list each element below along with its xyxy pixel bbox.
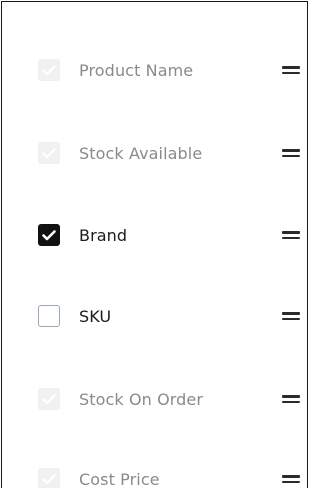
stock-available-label: Stock Available (79, 143, 203, 163)
column-settings-panel: Product Name Stock Available Brand SKU S… (1, 1, 308, 488)
cost-price-label: Cost Price (79, 469, 160, 488)
brand-checkbox[interactable] (38, 224, 60, 246)
brand-label: Brand (79, 225, 128, 245)
column-row-stock-on-order: Stock On Order (2, 387, 307, 411)
stock-on-order-checkbox (38, 388, 60, 410)
column-row-cost-price: Cost Price (2, 467, 307, 488)
check-icon (42, 229, 56, 240)
cost-price-checkbox (38, 468, 60, 488)
drag-handle-icon[interactable] (282, 231, 300, 239)
column-row-sku: SKU (2, 304, 307, 328)
check-icon (42, 64, 56, 75)
stock-on-order-label: Stock On Order (79, 389, 204, 409)
column-row-product-name: Product Name (2, 58, 307, 82)
product-name-label: Product Name (79, 60, 194, 80)
check-icon (42, 393, 56, 404)
column-row-brand: Brand (2, 223, 307, 247)
drag-handle-icon[interactable] (282, 149, 300, 157)
sku-checkbox[interactable] (38, 305, 60, 327)
drag-handle-icon[interactable] (282, 475, 300, 483)
product-name-checkbox (38, 59, 60, 81)
check-icon (42, 147, 56, 158)
drag-handle-icon[interactable] (282, 312, 300, 320)
stock-available-checkbox (38, 142, 60, 164)
sku-label: SKU (79, 306, 112, 326)
column-row-stock-available: Stock Available (2, 141, 307, 165)
check-icon (42, 473, 56, 484)
drag-handle-icon[interactable] (282, 66, 300, 74)
drag-handle-icon[interactable] (282, 395, 300, 403)
